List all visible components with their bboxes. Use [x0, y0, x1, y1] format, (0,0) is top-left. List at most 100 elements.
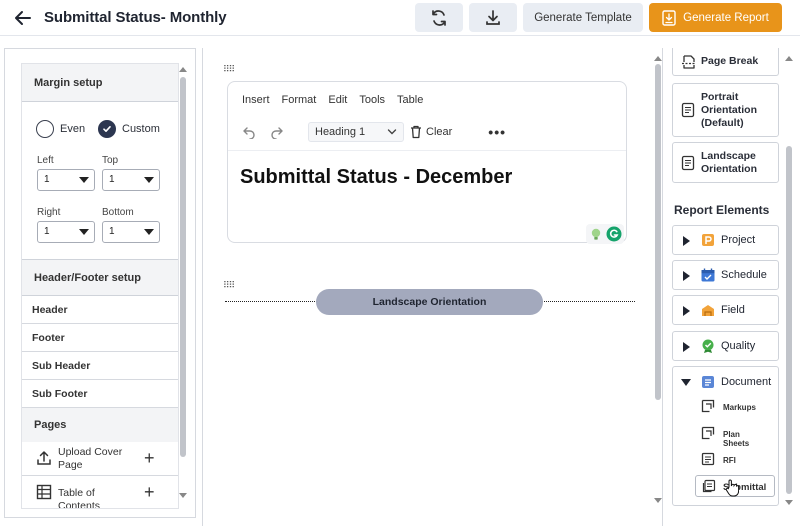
menu-insert[interactable]: Insert — [242, 94, 270, 106]
radio-unchecked-icon — [36, 120, 54, 138]
caret-right-icon — [683, 236, 690, 246]
right-margin-label: Right — [37, 207, 61, 218]
pages-heading: Pages — [34, 419, 67, 431]
calendar-icon — [701, 268, 715, 282]
menu-edit[interactable]: Edit — [328, 94, 347, 106]
upload-cover-page-item[interactable]: Upload Cover Page + — [22, 442, 178, 476]
report-file-icon — [662, 9, 676, 26]
elements-panel: Page Break Portrait Orientation (Default… — [665, 48, 797, 518]
scroll-up-icon[interactable] — [179, 67, 187, 72]
custom-radio[interactable]: Custom — [98, 120, 160, 138]
element-schedule[interactable]: Schedule — [672, 260, 779, 290]
page-break-card[interactable]: Page Break — [672, 48, 779, 76]
element-project-label: Project — [721, 234, 756, 246]
trash-icon — [411, 125, 421, 139]
element-field-label: Field — [721, 304, 745, 316]
right-margin-select[interactable]: 1 — [37, 221, 95, 243]
sub-footer-row[interactable]: Sub Footer — [22, 380, 178, 408]
table-of-contents-label: Table of Contents — [58, 487, 101, 509]
editor-toolbar: Heading 1 Clear ••• — [242, 122, 506, 142]
caret-right-icon — [683, 342, 690, 352]
scroll-up-icon[interactable] — [654, 56, 662, 61]
quality-badge-icon — [702, 339, 714, 353]
grammarly-icon[interactable] — [606, 226, 622, 242]
download-icon — [486, 9, 500, 25]
header-footer-setup-heading: Header/Footer setup — [22, 260, 178, 296]
element-project[interactable]: Project — [672, 225, 779, 255]
hand-pointer-cursor-icon — [725, 479, 739, 497]
menu-tools[interactable]: Tools — [359, 94, 385, 106]
bottom-margin-value: 1 — [109, 226, 115, 237]
refresh-icon — [432, 9, 446, 26]
top-margin-select[interactable]: 1 — [102, 169, 160, 191]
caret-right-icon — [683, 306, 690, 316]
landscape-orientation-pill[interactable]: Landscape Orientation — [316, 289, 543, 315]
refresh-button[interactable] — [415, 3, 463, 32]
even-label: Even — [60, 123, 86, 135]
undo-icon[interactable] — [242, 125, 256, 139]
markups-label: Markups — [723, 403, 756, 412]
bottom-margin-label: Bottom — [102, 207, 134, 218]
even-radio[interactable]: Even — [36, 120, 85, 138]
portrait-orientation-card[interactable]: Portrait Orientation (Default) — [672, 83, 779, 137]
settings-scrollbar[interactable] — [179, 63, 187, 509]
editor-scrollbar[interactable] — [652, 48, 662, 518]
caret-down-icon — [144, 229, 154, 235]
scroll-down-icon[interactable] — [179, 493, 187, 498]
editor-canvas: ⠿⠿ Insert Format Edit Tools Table Headin… — [205, 48, 653, 518]
add-table-of-contents-plus-icon[interactable]: + — [144, 483, 155, 501]
document-heading[interactable]: Submittal Status - December — [240, 166, 512, 189]
project-icon — [702, 234, 714, 246]
top-margin-value: 1 — [109, 174, 115, 185]
clear-label: Clear — [426, 126, 453, 138]
portrait-orientation-label: Portrait Orientation (Default) — [701, 91, 758, 129]
sub-header-row[interactable]: Sub Header — [22, 352, 178, 380]
generate-template-button[interactable]: Generate Template — [523, 3, 643, 32]
scroll-down-icon[interactable] — [654, 498, 662, 503]
add-cover-page-plus-icon[interactable]: + — [144, 449, 155, 467]
plan-sheet-icon — [701, 426, 715, 440]
editor-extensions — [586, 224, 624, 244]
header-row[interactable]: Header — [22, 296, 178, 324]
drag-handle-icon[interactable]: ⠿⠿ — [223, 65, 235, 74]
generate-report-label: Generate Report — [683, 11, 769, 24]
redo-icon[interactable] — [270, 125, 284, 139]
element-quality[interactable]: Quality — [672, 331, 779, 361]
landscape-orientation-card[interactable]: Landscape Orientation — [672, 142, 779, 183]
caret-down-icon[interactable] — [681, 379, 691, 386]
more-options-icon[interactable]: ••• — [488, 124, 506, 140]
rich-text-editor[interactable]: Insert Format Edit Tools Table Heading 1 — [227, 81, 627, 244]
scroll-down-icon[interactable] — [785, 500, 793, 505]
bottom-margin-select[interactable]: 1 — [102, 221, 160, 243]
menu-format[interactable]: Format — [282, 94, 317, 106]
scroll-thumb[interactable] — [786, 146, 792, 494]
upload-icon — [37, 451, 51, 465]
submittal-icon — [702, 479, 716, 493]
menu-table[interactable]: Table — [397, 94, 423, 106]
panel-divider-right — [662, 48, 663, 526]
chevron-down-icon — [387, 129, 397, 135]
table-icon — [36, 484, 52, 500]
footer-row[interactable]: Footer — [22, 324, 178, 352]
element-field[interactable]: Field — [672, 295, 779, 325]
table-of-contents-item[interactable]: Table of Contents + — [22, 476, 178, 509]
scroll-thumb[interactable] — [180, 77, 186, 457]
top-bar: Submittal Status- Monthly Generate Templ… — [0, 0, 800, 36]
elements-scrollbar[interactable] — [784, 48, 794, 518]
generate-report-button[interactable]: Generate Report — [649, 3, 782, 32]
lightbulb-icon[interactable] — [589, 227, 603, 241]
margin-setup-body: Even Custom Left Top 1 1 Right Bottom 1 — [22, 102, 178, 260]
download-button[interactable] — [469, 3, 517, 32]
scroll-thumb[interactable] — [655, 64, 661, 400]
element-quality-label: Quality — [721, 340, 756, 352]
heading-select[interactable]: Heading 1 — [308, 122, 404, 142]
plan-sheets-label: Plan Sheets — [723, 430, 750, 448]
drag-handle-icon[interactable]: ⠿⠿ — [223, 281, 235, 290]
left-margin-select[interactable]: 1 — [37, 169, 95, 191]
scroll-up-icon[interactable] — [785, 56, 793, 61]
clear-button[interactable]: Clear — [410, 125, 452, 139]
rfi-icon — [701, 452, 715, 466]
portrait-page-icon — [681, 102, 695, 118]
back-arrow-icon[interactable] — [12, 7, 34, 29]
right-margin-value: 1 — [44, 226, 50, 237]
